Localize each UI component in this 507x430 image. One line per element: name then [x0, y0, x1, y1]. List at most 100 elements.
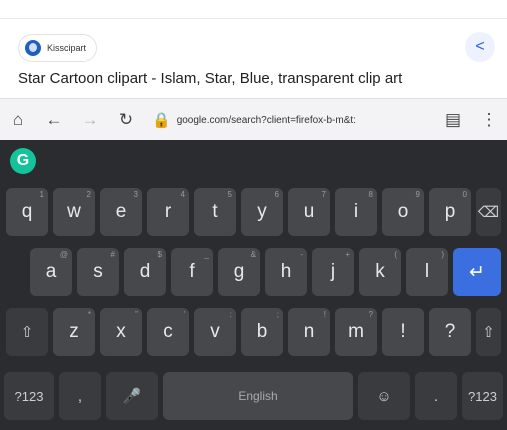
key-h-label: h	[280, 261, 292, 282]
key-u[interactable]: u7	[288, 188, 330, 236]
key-exclamation[interactable]: !	[382, 308, 424, 356]
comma-key-label: ,	[77, 387, 83, 405]
key-i[interactable]: i8	[335, 188, 377, 236]
key-v-label: v	[210, 321, 220, 342]
key-hint: &	[250, 250, 256, 259]
key-b-label: b	[256, 321, 268, 342]
menu-button[interactable]: ⋮	[471, 110, 507, 130]
key-v[interactable]: v:	[194, 308, 236, 356]
key-q[interactable]: q1	[6, 188, 48, 236]
key-e[interactable]: e3	[100, 188, 142, 236]
key-m[interactable]: m?	[335, 308, 377, 356]
period-key[interactable]: .	[415, 372, 457, 420]
key-w-label: w	[67, 201, 81, 222]
key-question-label: ?	[444, 321, 456, 342]
key-hint: 1	[39, 190, 44, 199]
key-hint: '	[183, 310, 185, 319]
key-j[interactable]: j +	[312, 248, 354, 296]
key-g[interactable]: g &	[218, 248, 260, 296]
key-q-label: q	[21, 201, 33, 222]
key-hint: :	[229, 310, 232, 319]
key-d[interactable]: d $	[124, 248, 166, 296]
key-r[interactable]: r4	[147, 188, 189, 236]
key-question[interactable]: ?	[429, 308, 471, 356]
emoji-key[interactable]: ☺	[358, 372, 410, 420]
key-e-label: e	[115, 201, 127, 222]
comma-key[interactable]: ,	[59, 372, 101, 420]
key-hint: )	[441, 250, 444, 259]
space-key-label: English	[238, 389, 278, 403]
key-hint: 6	[274, 190, 279, 199]
key-exclamation-label: !	[400, 321, 406, 342]
key-k[interactable]: k(	[359, 248, 401, 296]
key-b[interactable]: b;	[241, 308, 283, 356]
key-z-label: z	[69, 321, 79, 342]
enter-icon: ↵	[469, 261, 485, 283]
backspace-key[interactable]: ⌫	[476, 188, 501, 236]
grammarly-icon[interactable]: G	[10, 148, 36, 174]
reader-view-button[interactable]: ▤	[435, 110, 471, 130]
key-hint: @	[59, 250, 68, 259]
keyboard-toolbar: G	[0, 140, 507, 178]
shift-icon: ⇧	[20, 324, 34, 341]
shift-key-right[interactable]: ⇧	[476, 308, 501, 356]
key-hint: -	[300, 250, 303, 259]
key-hint: 8	[368, 190, 373, 199]
key-t[interactable]: t5	[194, 188, 236, 236]
key-x[interactable]: x "	[100, 308, 142, 356]
key-hint: 2	[86, 190, 91, 199]
key-hint: +	[345, 250, 350, 259]
enter-key[interactable]: ↵	[453, 248, 501, 296]
key-w[interactable]: w2	[53, 188, 95, 236]
key-p-label: p	[444, 201, 456, 222]
key-hint: "	[135, 310, 138, 319]
key-c[interactable]: c '	[147, 308, 189, 356]
key-hint: $	[157, 250, 162, 259]
key-h[interactable]: h-	[265, 248, 307, 296]
key-i-label: i	[353, 201, 359, 222]
browser-toolbar: ⌂ ← → ↻ 🔒 google.com/search?client=firef…	[0, 98, 507, 141]
source-row: Kisscipart <	[0, 30, 507, 64]
page-title[interactable]: Star Cartoon clipart - Islam, Star, Blue…	[18, 70, 498, 87]
shift-icon: ⇧	[482, 324, 495, 341]
key-f[interactable]: f _	[171, 248, 213, 296]
key-hint: 3	[133, 190, 138, 199]
key-y[interactable]: y6	[241, 188, 283, 236]
shift-key-left[interactable]: ⇧	[6, 308, 48, 356]
key-p[interactable]: p0	[429, 188, 471, 236]
key-hint: _	[204, 250, 209, 259]
url-bar[interactable]: 🔒 google.com/search?client=firefox-b-m&t…	[152, 111, 414, 129]
forward-button[interactable]: →	[72, 110, 108, 130]
key-x-label: x	[116, 321, 126, 342]
share-button[interactable]: <	[465, 32, 495, 62]
backspace-icon: ⌫	[477, 204, 500, 221]
key-j-label: j	[330, 261, 336, 282]
more-vert-icon: ⋮	[480, 110, 498, 129]
forward-arrow-icon: →	[81, 110, 99, 129]
key-g-label: g	[233, 261, 245, 282]
key-s[interactable]: s #	[77, 248, 119, 296]
reload-button[interactable]: ↻	[108, 110, 144, 130]
symbols-key-right[interactable]: ?123	[462, 372, 503, 420]
key-hint: 4	[180, 190, 185, 199]
key-s-label: s	[93, 261, 103, 282]
space-key[interactable]: English	[163, 372, 353, 420]
key-l[interactable]: l)	[406, 248, 448, 296]
home-button[interactable]: ⌂	[0, 110, 36, 130]
key-m-label: m	[348, 321, 364, 342]
source-chip[interactable]: Kisscipart	[18, 34, 98, 62]
reader-view-icon: ▤	[444, 110, 462, 129]
key-c-label: c	[163, 321, 173, 342]
mic-key[interactable]: 🎤	[106, 372, 158, 420]
url-text: google.com/search?client=firefox-b-m&t:	[176, 114, 356, 126]
key-a[interactable]: a @	[30, 248, 72, 296]
key-z[interactable]: z *	[53, 308, 95, 356]
emoji-icon: ☺	[376, 387, 392, 405]
symbols-key-left[interactable]: ?123	[4, 372, 54, 420]
microphone-icon: 🎤	[122, 388, 142, 405]
key-o[interactable]: o9	[382, 188, 424, 236]
back-button[interactable]: ←	[36, 110, 72, 130]
onscreen-keyboard: G q 1 w 2 e 3 r 4 t 5 y 6 u 7 i 8 o 9 p 0 ⌫ a @ s # d $ f _ g & h - j + k(l…	[0, 140, 507, 430]
key-n[interactable]: n!	[288, 308, 330, 356]
key-hint: !	[323, 310, 326, 319]
